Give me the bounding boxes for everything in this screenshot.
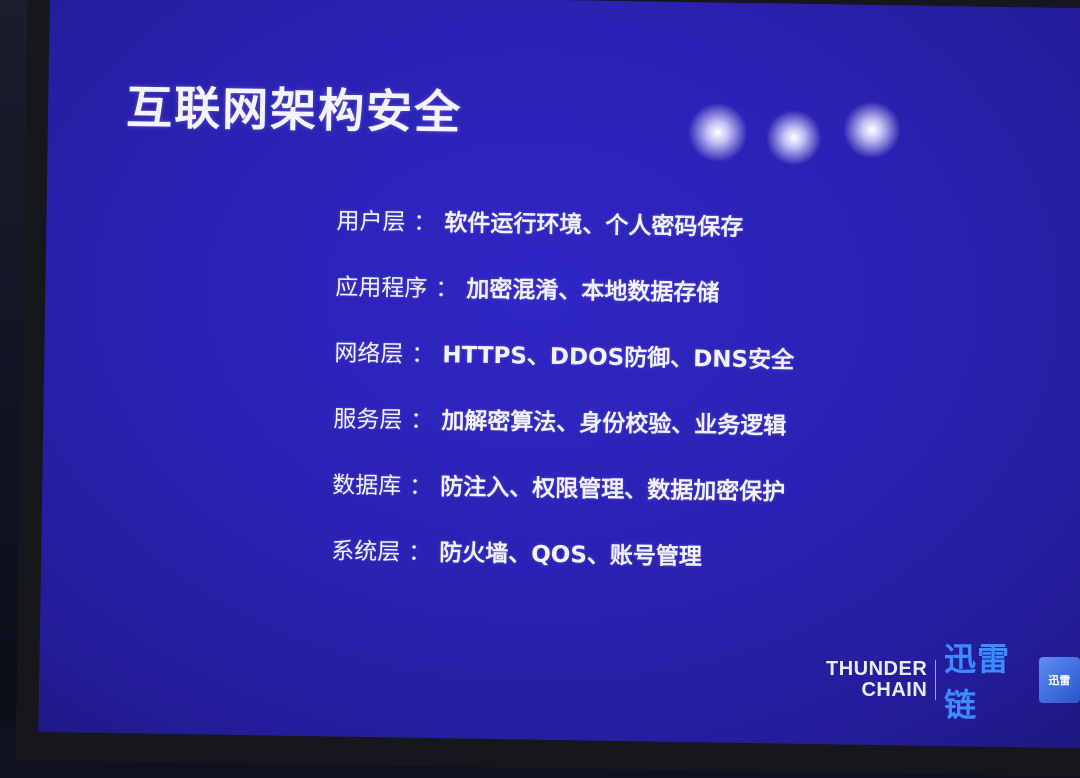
- ceiling-light-reflection: [687, 102, 749, 163]
- item-content: 加密混淆、本地数据存储: [466, 276, 720, 307]
- item-content: HTTPS、DDOS防御、DNS安全: [442, 342, 795, 374]
- item-content: 防火墙、QOS、账号管理: [439, 540, 703, 571]
- list-item: 网络层 ： HTTPS、DDOS防御、DNS安全: [334, 334, 895, 409]
- item-separator: ：: [408, 539, 432, 567]
- item-content: 软件运行环境、个人密码保存: [444, 210, 744, 241]
- list-item: 系统层 ： 防火墙、QOS、账号管理: [331, 531, 892, 606]
- item-separator: ：: [411, 341, 435, 369]
- logo-english-text: THUNDER CHAIN: [826, 659, 927, 701]
- logo-line-2: CHAIN: [861, 679, 928, 701]
- item-label: 网络层: [334, 340, 404, 368]
- item-separator: ：: [413, 209, 437, 237]
- item-separator: ：: [410, 407, 434, 435]
- item-label: 用户层: [336, 208, 406, 236]
- logo-line-1: THUNDER: [826, 658, 928, 680]
- ceiling-light-reflection: [765, 109, 823, 167]
- list-item: 应用程序 ： 加密混淆、本地数据存储: [335, 268, 896, 343]
- list-item: 用户层 ： 软件运行环境、个人密码保存: [336, 202, 897, 277]
- item-separator: ：: [435, 276, 459, 303]
- list-item: 服务层 ： 加解密算法、身份校验、业务逻辑: [333, 400, 894, 475]
- item-label: 数据库: [332, 472, 402, 500]
- ceiling-light-reflection: [842, 100, 902, 160]
- slide-title: 互联网架构安全: [125, 80, 463, 140]
- bullet-list: 用户层 ： 软件运行环境、个人密码保存 应用程序 ： 加密混淆、本地数据存储 网…: [331, 202, 897, 607]
- logo-badge-icon: 迅雷: [1038, 657, 1080, 703]
- item-content: 加解密算法、身份校验、业务逻辑: [441, 408, 787, 440]
- item-label: 系统层: [331, 538, 401, 566]
- thunder-chain-logo: THUNDER CHAIN 迅雷链 迅雷: [826, 634, 1080, 726]
- item-separator: ：: [409, 473, 433, 501]
- logo-chinese-text: 迅雷链: [944, 640, 1011, 724]
- list-item: 数据库 ： 防注入、权限管理、数据加密保护: [332, 465, 893, 540]
- item-label: 服务层: [333, 406, 403, 434]
- logo-divider: [935, 660, 937, 700]
- item-label: 应用程序: [335, 274, 428, 302]
- item-content: 防注入、权限管理、数据加密保护: [440, 474, 786, 506]
